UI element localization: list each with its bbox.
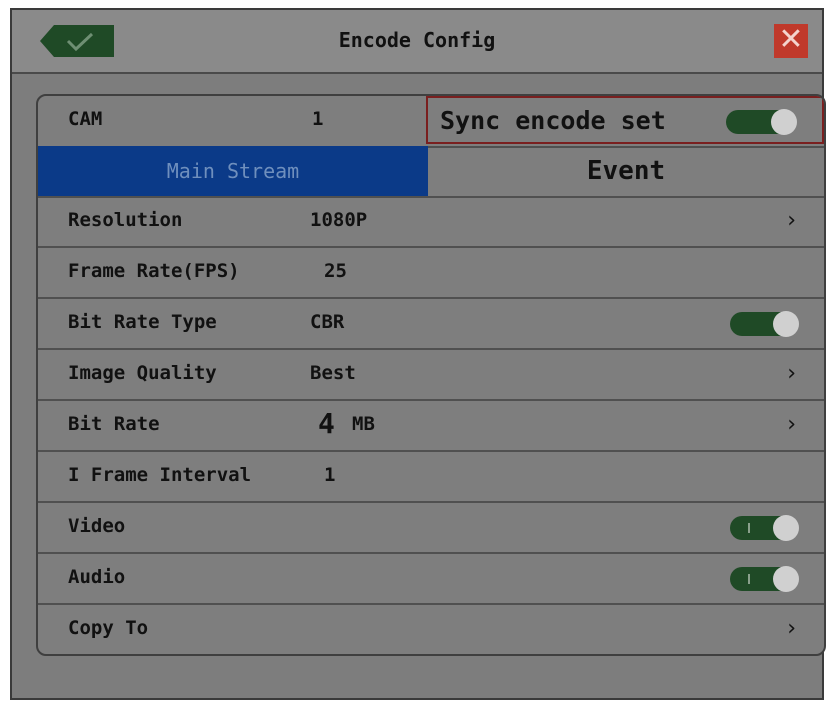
sync-encode-label: Sync encode set	[440, 106, 666, 135]
chevron-right-icon[interactable]: ›	[787, 412, 796, 437]
close-button[interactable]: ✕	[774, 24, 808, 58]
chevron-right-icon[interactable]: ›	[787, 616, 796, 641]
frame-rate-label: Frame Rate(FPS)	[68, 260, 240, 282]
bit-rate-value: 4	[318, 407, 335, 440]
bit-rate-type-toggle[interactable]	[730, 311, 799, 337]
video-toggle[interactable]	[730, 515, 799, 541]
audio-toggle[interactable]	[730, 566, 799, 592]
frame-rate-row: Frame Rate(FPS) 25	[38, 248, 824, 299]
frame-rate-value[interactable]: 25	[324, 260, 347, 282]
tab-event[interactable]: Event	[428, 146, 824, 196]
tab-main-stream[interactable]: Main Stream	[38, 146, 428, 196]
bit-rate-label: Bit Rate	[68, 413, 160, 435]
chevron-right-icon[interactable]: ›	[787, 361, 796, 386]
audio-label: Audio	[68, 566, 126, 588]
bit-rate-type-row: Bit Rate Type CBR	[38, 299, 824, 350]
bit-rate-row[interactable]: Bit Rate 4 MB ›	[38, 401, 824, 452]
settings-panel: CAM 1 Sync encode set Main Stream Event …	[36, 94, 826, 656]
bit-rate-unit: MB	[352, 413, 375, 435]
resolution-label: Resolution	[68, 209, 183, 231]
video-label: Video	[68, 515, 126, 537]
chevron-right-icon[interactable]: ›	[787, 208, 796, 233]
copy-to-label: Copy To	[68, 617, 149, 639]
image-quality-row[interactable]: Image Quality Best ›	[38, 350, 824, 401]
copy-to-row[interactable]: Copy To ›	[38, 605, 824, 654]
encode-config-window: Encode Config ✕ CAM 1 Sync encode set Ma…	[10, 8, 826, 700]
sync-encode-toggle[interactable]	[726, 109, 797, 135]
cam-row: CAM 1 Sync encode set	[38, 96, 824, 148]
cam-label: CAM	[68, 108, 103, 130]
i-frame-interval-value[interactable]: 1	[324, 464, 335, 486]
bit-rate-type-label: Bit Rate Type	[68, 311, 217, 333]
i-frame-interval-label: I Frame Interval	[68, 464, 252, 486]
resolution-value: 1080P	[310, 209, 368, 231]
i-frame-interval-row: I Frame Interval 1	[38, 452, 824, 503]
sync-encode-setting[interactable]: Sync encode set	[426, 96, 824, 144]
bit-rate-type-value: CBR	[310, 311, 345, 333]
window-title: Encode Config	[338, 28, 496, 52]
close-icon: ✕	[778, 22, 804, 57]
title-bar: Encode Config ✕	[12, 10, 822, 74]
image-quality-value: Best	[310, 362, 356, 384]
resolution-row[interactable]: Resolution 1080P ›	[38, 197, 824, 248]
image-quality-label: Image Quality	[68, 362, 217, 384]
tab-bar: Main Stream Event	[38, 146, 824, 198]
cam-value[interactable]: 1	[312, 108, 323, 130]
audio-row: Audio	[38, 554, 824, 605]
video-row: Video	[38, 503, 824, 554]
